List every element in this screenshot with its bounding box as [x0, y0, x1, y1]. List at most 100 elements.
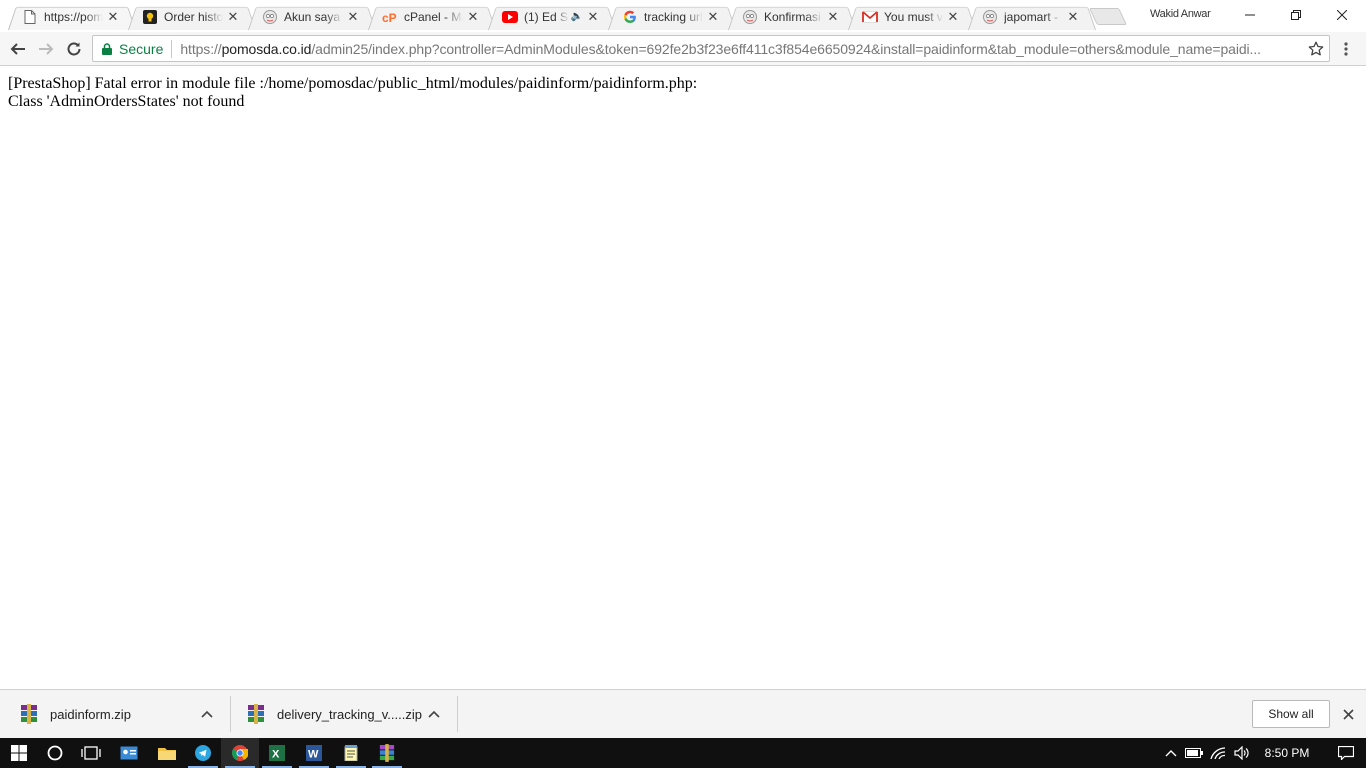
taskbar-app-contacts[interactable]	[110, 738, 148, 768]
url-scheme: https://	[180, 40, 222, 57]
forward-arrow-icon	[39, 43, 54, 55]
page-icon	[22, 9, 38, 25]
kebab-menu-icon	[1344, 42, 1348, 56]
volume-icon[interactable]	[1230, 746, 1254, 760]
bookmark-star-icon[interactable]	[1303, 41, 1329, 57]
download-filename: delivery_tracking_v.....zip	[277, 706, 422, 722]
close-icon[interactable]: ✕	[226, 9, 240, 24]
tab-strip: https://pomosda.co.id/admin25 ✕ Order hi…	[0, 0, 1366, 32]
page-content: [PrestaShop] Fatal error in module file …	[0, 67, 1366, 689]
browser-toolbar: Secure https://pomosda.co.id/admin25/ind…	[0, 32, 1366, 66]
error-line-1: [PrestaShop] Fatal error in module file …	[8, 75, 698, 92]
tab-title: japomart -	[1004, 9, 1059, 24]
chevron-up-icon[interactable]	[199, 706, 215, 722]
download-divider	[457, 696, 458, 732]
battery-icon[interactable]	[1182, 748, 1206, 758]
chevron-up-icon[interactable]	[1160, 749, 1182, 757]
prestashop-icon	[262, 9, 278, 25]
tab-order-history[interactable]: Order history ✕	[124, 3, 248, 30]
close-icon[interactable]: ✕	[466, 9, 480, 24]
close-icon[interactable]: ✕	[826, 9, 840, 24]
secure-label[interactable]: Secure	[119, 41, 163, 57]
task-view-icon	[81, 746, 101, 760]
notification-center-icon[interactable]	[1324, 746, 1366, 760]
taskbar-app-chrome[interactable]	[221, 738, 259, 768]
close-download-shelf-button[interactable]	[1338, 704, 1358, 724]
window-close-button[interactable]	[1319, 0, 1365, 30]
tab-google-search[interactable]: tracking url ✕	[604, 3, 728, 30]
winrar-archive-icon	[248, 704, 264, 724]
svg-text:W: W	[308, 749, 319, 761]
chevron-up-icon[interactable]	[426, 706, 442, 722]
speaker-icon[interactable]: 🔈	[571, 11, 583, 22]
url-text[interactable]: https://pomosda.co.id/admin25/index.php?…	[180, 41, 1303, 57]
word-icon: W	[306, 745, 322, 761]
start-button[interactable]	[0, 738, 38, 768]
prestashop-icon	[982, 9, 998, 25]
close-icon[interactable]: ✕	[586, 9, 600, 24]
close-icon	[1342, 708, 1354, 720]
taskbar-app-winrar[interactable]	[368, 738, 406, 768]
cortana-button[interactable]	[36, 738, 74, 768]
taskbar-clock[interactable]: 8:50 PM	[1258, 746, 1316, 760]
minimize-button[interactable]	[1227, 0, 1273, 30]
forward-button[interactable]	[34, 37, 58, 61]
tab-youtube[interactable]: (1) Ed Sheeran 🔈 ✕	[484, 3, 608, 30]
close-icon[interactable]: ✕	[946, 9, 960, 24]
address-bar[interactable]: Secure https://pomosda.co.id/admin25/ind…	[92, 35, 1330, 62]
folder-icon	[158, 748, 176, 760]
gmail-icon	[862, 9, 878, 25]
tab-akun-saya[interactable]: Akun saya ✕	[244, 3, 368, 30]
profile-name[interactable]: Wakid Anwar	[1150, 8, 1211, 20]
tab-title: (1) Ed Sheeran	[524, 9, 569, 24]
prestashop-icon	[742, 9, 758, 25]
browser-menu-button[interactable]	[1336, 39, 1356, 59]
winrar-icon	[379, 744, 395, 762]
close-icon[interactable]: ✕	[706, 9, 720, 24]
close-icon[interactable]: ✕	[346, 9, 360, 24]
error-message: [PrestaShop] Fatal error in module file …	[8, 75, 697, 111]
tab-title: tracking url	[644, 9, 703, 24]
download-filename: paidinform.zip	[50, 706, 131, 722]
windows-logo-icon	[11, 745, 27, 761]
download-divider	[230, 696, 231, 732]
taskbar-app-telegram[interactable]	[184, 738, 222, 768]
bulb-icon	[142, 9, 158, 25]
youtube-icon	[502, 9, 518, 25]
download-shelf: paidinform.zip delivery_tracking_v.....z…	[0, 689, 1366, 738]
download-item[interactable]: delivery_tracking_v.....zip	[247, 690, 447, 738]
lock-icon[interactable]	[101, 42, 113, 56]
taskbar-app-file-explorer[interactable]	[148, 738, 186, 768]
tab-konfirmasi[interactable]: Konfirmasi ✕	[724, 3, 848, 30]
restore-button[interactable]	[1273, 0, 1319, 30]
new-tab-button[interactable]	[1089, 8, 1127, 25]
tab-japomart[interactable]: japomart - ✕	[964, 3, 1088, 30]
taskbar-app-excel[interactable]: X	[258, 738, 296, 768]
wifi-icon[interactable]	[1206, 747, 1230, 759]
close-icon	[1337, 10, 1347, 20]
taskbar-app-notepad[interactable]	[332, 738, 370, 768]
url-host: pomosda.co.id	[221, 40, 312, 57]
contact-card-icon	[120, 746, 138, 760]
download-item[interactable]: paidinform.zip	[20, 690, 220, 738]
back-arrow-icon	[10, 43, 25, 55]
reload-icon	[67, 42, 81, 56]
close-icon[interactable]: ✕	[1066, 9, 1080, 24]
tab-gmail[interactable]: You must verify ✕	[844, 3, 968, 30]
close-icon[interactable]: ✕	[106, 9, 120, 24]
telegram-icon	[195, 745, 211, 761]
task-view-button[interactable]	[72, 738, 110, 768]
back-button[interactable]	[6, 37, 30, 61]
system-tray: 8:50 PM	[1160, 738, 1366, 768]
taskbar-app-word[interactable]: W	[295, 738, 333, 768]
tab-admin25[interactable]: https://pomosda.co.id/admin25 ✕	[4, 3, 128, 30]
reload-button[interactable]	[62, 37, 86, 61]
tab-title: https://pomosda.co.id/admin25	[44, 9, 103, 24]
error-line-2: Class 'AdminOrdersStates' not found	[8, 93, 245, 110]
tab-title: Order history	[164, 9, 223, 24]
winrar-archive-icon	[21, 704, 37, 724]
address-separator	[171, 39, 173, 58]
show-all-downloads-button[interactable]: Show all	[1252, 700, 1330, 728]
tab-cpanel[interactable]: cP cPanel - Main ✕	[364, 3, 488, 30]
restore-icon	[1291, 10, 1301, 20]
